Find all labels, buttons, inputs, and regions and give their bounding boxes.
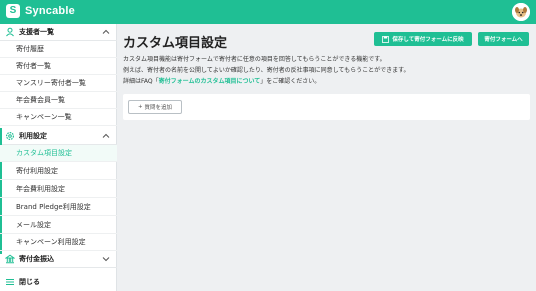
donation-form-button[interactable]: 寄付フォームへ	[478, 32, 529, 46]
chevron-up-icon	[102, 29, 110, 34]
sidebar-section-supporters[interactable]: 支援者一覧	[0, 24, 117, 41]
logo-mark: S	[6, 4, 20, 18]
menu-icon	[6, 278, 14, 285]
add-question-button[interactable]: + 質問を追加	[128, 100, 182, 114]
add-question-label: 質問を追加	[144, 105, 173, 111]
plus-icon: +	[137, 104, 143, 110]
sidebar-item-custom-fields[interactable]: カスタム項目設定	[0, 145, 117, 162]
sidebar-item-annual-members[interactable]: 年会費会員一覧	[0, 92, 117, 109]
sidebar-section-payouts[interactable]: 寄付金振込	[0, 251, 117, 268]
chevron-down-icon	[102, 257, 110, 262]
dog-avatar-icon	[512, 3, 530, 21]
sidebar-item-brand-pledge-settings[interactable]: Brand Pledge利用設定	[0, 199, 117, 216]
sidebar-item-donation-history[interactable]: 寄付履歴	[0, 41, 117, 58]
app-logo[interactable]: S Syncable	[6, 4, 75, 18]
faq-custom-fields-link[interactable]: 寄付フォームのカスタム項目について	[159, 78, 261, 85]
main-content: カスタム項目設定 保存して寄付フォームに反映 寄付フォームへ カスタム項目機能は…	[118, 24, 536, 291]
description-line-3: 詳細はFAQ「寄付フォームのカスタム項目について」をご確認ください。	[123, 76, 320, 85]
person-icon	[6, 27, 14, 37]
top-bar: S Syncable	[0, 0, 536, 24]
sidebar-item-annual-fee-settings[interactable]: 年会費利用設定	[0, 181, 117, 198]
sidebar-item-donation-settings[interactable]: 寄付利用設定	[0, 163, 117, 180]
sidebar-close-label: 閉じる	[19, 277, 40, 286]
sidebar-item-mail-settings[interactable]: メール設定	[0, 217, 117, 234]
sidebar-item-campaigns[interactable]: キャンペーン一覧	[0, 109, 117, 126]
description-line-2: 例えば、寄付者の名前を公開してよいか確認したり、寄付者の反社事項に同意してもらう…	[123, 67, 410, 74]
sidebar: 支援者一覧 寄付履歴 寄付者一覧 マンスリー寄付者一覧 年会費会員一覧 キャンペ…	[0, 24, 117, 291]
save-button-label: 保存して寄付フォームに反映	[392, 37, 464, 43]
sidebar-section-settings[interactable]: 利用設定	[0, 128, 117, 145]
sidebar-item-campaign-settings[interactable]: キャンペーン利用設定	[0, 234, 117, 251]
chevron-up-icon	[102, 133, 110, 138]
gear-icon	[5, 131, 15, 141]
faq-suffix: 」をご確認ください。	[260, 78, 321, 85]
sidebar-section-label: 利用設定	[19, 132, 47, 140]
custom-fields-card: + 質問を追加	[123, 94, 530, 120]
bank-icon	[5, 254, 15, 264]
page-title: カスタム項目設定	[123, 36, 228, 51]
save-icon	[382, 35, 390, 43]
sidebar-section-label: 寄付金振込	[19, 255, 54, 263]
faq-prefix: 詳細はFAQ「	[123, 78, 159, 85]
save-and-apply-button[interactable]: 保存して寄付フォームに反映	[374, 32, 472, 46]
sidebar-item-monthly-donors[interactable]: マンスリー寄付者一覧	[0, 75, 117, 92]
logo-text: Syncable	[25, 5, 75, 17]
sidebar-close[interactable]: 閉じる	[0, 273, 117, 290]
sidebar-section-label: 支援者一覧	[19, 28, 54, 36]
sidebar-item-donors[interactable]: 寄付者一覧	[0, 58, 117, 75]
description-line-1: カスタム項目機能は寄付フォームで寄付者に任意の項目を回答してもらうことができる機…	[123, 56, 386, 63]
avatar[interactable]	[512, 3, 530, 21]
